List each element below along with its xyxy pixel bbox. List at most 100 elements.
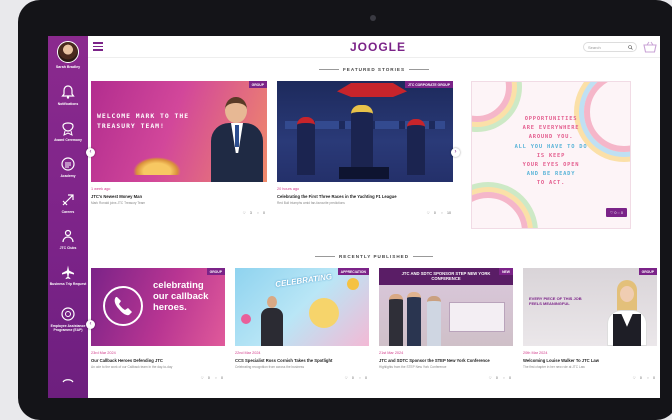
story-stats: ♡ 0 ◌ 10 bbox=[423, 211, 451, 215]
search-input[interactable]: Search bbox=[583, 42, 637, 52]
story-excerpt: Celebrating recognition from across the … bbox=[235, 365, 305, 369]
comment-icon[interactable]: ◌ bbox=[647, 376, 649, 380]
sidebar-item-notifications[interactable]: Notifications bbox=[48, 84, 88, 114]
rainbow-graphic bbox=[472, 192, 528, 228]
sidebar-item-label: Academy bbox=[60, 174, 76, 178]
recent-card[interactable]: celebrating our callback heroes. GROUP 2… bbox=[91, 268, 225, 398]
person-photo bbox=[427, 296, 441, 346]
academy-icon bbox=[61, 157, 75, 171]
bell-icon bbox=[61, 85, 75, 99]
story-title[interactable]: Welcoming Louise Walker To JTC Law bbox=[523, 358, 599, 363]
app-logo[interactable]: JOOGLE bbox=[350, 40, 406, 54]
comment-icon[interactable]: ◌ bbox=[441, 211, 443, 215]
menu-icon[interactable] bbox=[93, 42, 103, 51]
category-badge: GROUP bbox=[248, 81, 267, 88]
sidebar-item-label: Careers bbox=[61, 210, 75, 214]
comment-count: 0 bbox=[221, 376, 223, 380]
comment-count: 0 bbox=[263, 211, 265, 215]
story-title[interactable]: JTC's Newest Money Man bbox=[91, 194, 142, 199]
image-caption: WELCOME MARK TO THE TREASURY TEAM! bbox=[97, 112, 190, 130]
poster-line: TO ACT. bbox=[536, 180, 566, 186]
sidebar-item-more[interactable] bbox=[48, 372, 88, 398]
recent-card[interactable]: EVERY PIECE OF THIS JOB FEELS MEANINGFUL… bbox=[523, 268, 657, 398]
like-count: 0 bbox=[495, 376, 498, 380]
story-excerpt: An ode to the work of our Callback team … bbox=[91, 365, 173, 369]
search-icon bbox=[628, 44, 633, 50]
poster-line: ARE EVERYWHERE bbox=[522, 125, 580, 131]
like-count: 0 bbox=[639, 376, 642, 380]
image-caption: EVERY PIECE OF THIS JOB FEELS MEANINGFUL bbox=[529, 296, 582, 306]
like-icon[interactable]: ♡ bbox=[345, 376, 348, 380]
assistance-icon bbox=[61, 307, 75, 321]
story-stats: ♡ 0 ◌ 0 bbox=[341, 376, 367, 380]
sidebar-item-award-ceremony[interactable]: Award Ceremony bbox=[48, 120, 88, 150]
featured-card[interactable]: JTC CORPORATE GROUP 20 hours ago Celebra… bbox=[277, 81, 453, 221]
story-title[interactable]: Our Callback Heroes Defending JTC bbox=[91, 358, 163, 363]
image-caption: CELEBRATING bbox=[274, 272, 333, 289]
like-count: 0 bbox=[433, 211, 436, 215]
sidebar-item-label: Business Trip Request bbox=[49, 282, 87, 286]
sidebar-item-label: JTC Clubs bbox=[59, 246, 77, 250]
basket-icon[interactable] bbox=[643, 41, 657, 53]
recent-card[interactable]: JTC AND SDTC SPONSOR STEP NEW YORK CONFE… bbox=[379, 268, 513, 398]
poster-line: ALL YOU HAVE TO DO bbox=[514, 144, 588, 150]
like-count: 0 bbox=[351, 376, 354, 380]
comment-icon[interactable]: ◌ bbox=[359, 376, 361, 380]
person-photo bbox=[261, 296, 283, 346]
like-icon[interactable]: ♡ bbox=[633, 376, 636, 380]
story-title[interactable]: CCS Specialist Ross Cornish Takes the Sp… bbox=[235, 358, 332, 363]
clubs-icon bbox=[62, 229, 74, 243]
comment-count: 0 bbox=[653, 376, 655, 380]
story-stats: ♡ 0 ◌ 0 bbox=[605, 208, 627, 217]
carousel-next-button[interactable]: › bbox=[451, 148, 460, 157]
featured-card[interactable]: OPPORTUNITIES ARE EVERYWHERE AROUND YOU.… bbox=[471, 81, 631, 229]
careers-icon bbox=[62, 194, 74, 206]
poster-line: IS KEEP bbox=[536, 153, 566, 159]
more-icon bbox=[62, 379, 74, 383]
like-icon[interactable]: ♡ bbox=[489, 376, 492, 380]
sidebar-item-label: Notifications bbox=[57, 102, 79, 106]
sidebar-item-business-trip[interactable]: Business Trip Request bbox=[48, 264, 88, 294]
sidebar-item-academy[interactable]: Academy bbox=[48, 156, 88, 186]
carousel-prev-button[interactable]: ‹ bbox=[86, 320, 95, 329]
story-stats: ♡ 0 ◌ 0 bbox=[629, 376, 655, 380]
comment-icon[interactable]: ◌ bbox=[618, 211, 620, 215]
story-image: CELEBRATING bbox=[235, 268, 369, 346]
story-title[interactable]: Celebrating the First Three Races in the… bbox=[277, 194, 397, 199]
like-icon[interactable]: ♡ bbox=[243, 211, 246, 215]
comment-count: 0 bbox=[365, 376, 367, 380]
sidebar-item-jtc-clubs[interactable]: JTC Clubs bbox=[48, 228, 88, 258]
like-icon[interactable]: ♡ bbox=[427, 211, 430, 215]
story-excerpt: The first chapter in her new role at JTC… bbox=[523, 365, 585, 369]
like-count: 0 bbox=[207, 376, 210, 380]
story-stats: ♡ 0 ◌ 0 bbox=[485, 376, 511, 380]
poster-line: AND BE READY bbox=[526, 171, 576, 177]
like-icon[interactable]: ♡ bbox=[201, 376, 204, 380]
sidebar-item-label: Award Ceremony bbox=[54, 138, 82, 142]
comment-icon[interactable]: ◌ bbox=[257, 211, 259, 215]
comment-icon[interactable]: ◌ bbox=[503, 376, 505, 380]
comment-count: 10 bbox=[447, 211, 451, 215]
story-image: JTC AND SDTC SPONSOR STEP NEW YORK CONFE… bbox=[379, 268, 513, 346]
coins-graphic bbox=[133, 157, 181, 175]
recent-card[interactable]: CELEBRATING APPRECIATION 22nd Mar 2024 C… bbox=[235, 268, 369, 398]
phone-icon bbox=[103, 286, 143, 326]
top-bar: JOOGLE Search bbox=[88, 36, 660, 58]
comment-icon[interactable]: ◌ bbox=[215, 376, 217, 380]
avatar[interactable] bbox=[57, 41, 79, 63]
app-screen: Sarah Bradley Notifications Award Ceremo… bbox=[48, 36, 660, 398]
category-badge: GROUP bbox=[638, 268, 657, 275]
featured-card[interactable]: WELCOME MARK TO THE TREASURY TEAM! GROUP… bbox=[91, 81, 267, 221]
driver-photo bbox=[407, 119, 425, 175]
award-icon bbox=[62, 122, 74, 136]
sidebar-item-eap[interactable]: Employee Assistance Programme (EAP) bbox=[48, 306, 88, 336]
sidebar: Sarah Bradley Notifications Award Ceremo… bbox=[48, 36, 88, 398]
like-icon[interactable]: ♡ bbox=[610, 211, 613, 215]
driver-photo bbox=[297, 117, 315, 175]
sidebar-item-careers[interactable]: Careers bbox=[48, 192, 88, 222]
comment-count: 0 bbox=[509, 376, 511, 380]
story-image: celebrating our callback heroes. bbox=[91, 268, 225, 346]
story-title[interactable]: JTC and SDTC Sponsor the STEP New York C… bbox=[379, 358, 490, 363]
carousel-prev-button[interactable]: ‹ bbox=[86, 148, 95, 157]
plane-icon bbox=[62, 265, 74, 280]
